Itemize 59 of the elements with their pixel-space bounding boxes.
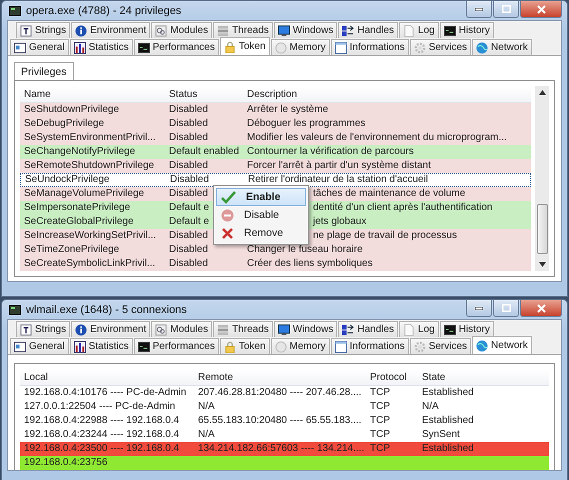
table-cell: Disabled [169, 230, 208, 241]
table-cell: N/A [198, 429, 215, 440]
table-cell: 134.214.182.66:57603 ---- 134.214.... [198, 443, 364, 454]
table-cell: SeImpersonatePrivilege [24, 202, 130, 213]
table-cell: SeSystemEnvironmentPrivil... [24, 132, 156, 143]
table-cell: 192.168.0.4:23756 [24, 457, 108, 468]
table-cell: Disabled [169, 160, 208, 171]
table-cell: TCP [370, 429, 390, 440]
table-cell: TCP [370, 443, 390, 454]
table-cell: Disabled [169, 258, 208, 269]
table-cell: Créer des liens symboliques [247, 258, 373, 269]
window-title: opera.exe (4788) - 24 privileges [26, 4, 182, 16]
table-cell: SeDebugPrivilege [24, 118, 104, 129]
table-cell: Forcer l'arrêt à partir d'un système distant [247, 160, 431, 171]
window-title: wlmail.exe (1648) - 5 connexions [26, 304, 187, 316]
table-cell: 207.46.28.81:20480 ---- 207.46.28.... [198, 387, 362, 398]
table-cell: SeCreateGlobalPrivilege [24, 216, 134, 227]
table-cell: Disabled [169, 132, 208, 143]
table-cell: Disabled [170, 174, 209, 185]
table-cell: TCP [370, 415, 390, 426]
table-cell: TCP [370, 401, 390, 412]
table-cell: ne plage de travail de processus [313, 230, 457, 241]
table-cell: Retirer l'ordinateur de la station d'accueil [248, 174, 428, 185]
table-cell: Arrêter le système [247, 104, 328, 115]
table-cell: Default enabled [169, 146, 240, 157]
table-cell: tâches de maintenance de volume [313, 188, 466, 199]
table-cell: Default e [169, 216, 210, 227]
table-cell: 192.168.0.4:23244 ---- 192.168.0.4 [24, 429, 180, 440]
table-cell: Disabled [169, 188, 208, 199]
table-cell: Contourner la vérification de parcours [247, 146, 414, 157]
table-cell: Modifier les valeurs de l'environnement du microprogram... [247, 132, 507, 143]
table-cell: Déboguer les programmes [247, 118, 366, 129]
table-cell: Changer le fuseau horaire [247, 244, 363, 255]
table-cell: Established [422, 387, 474, 398]
table-cell: Disabled [169, 104, 208, 115]
table-cell: Default e [169, 202, 210, 213]
table-cell: N/A [422, 401, 439, 412]
table-cell: Established [422, 443, 474, 454]
table-cell: 192.168.0.4:22988 ---- 192.168.0.4 [24, 415, 180, 426]
table-cell: Disabled [169, 244, 208, 255]
table-cell: 192.168.0.4:23500 ---- 192.168.0.4 [24, 443, 180, 454]
table-cell: N/A [198, 401, 215, 412]
table-cell: dentité d'un client après l'authentification [313, 202, 492, 213]
table-cell: SynSent [422, 429, 460, 440]
table-cell: SeManageVolumePrivilege [24, 188, 144, 199]
table-cell: jets globaux [313, 216, 366, 227]
table-cell: Disabled [169, 118, 208, 129]
table-cell: Established [422, 415, 474, 426]
table-cell: 65.55.183.10:20480 ---- 65.55.183.... [198, 415, 362, 426]
table-cell: 192.168.0.4:10176 ---- PC-de-Admin [24, 387, 186, 398]
table-cell: SeUndockPrivilege [25, 174, 110, 185]
table-cell: SeChangeNotifyPrivilege [24, 146, 136, 157]
table-cell: SeTimeZonePrivilege [24, 244, 120, 255]
table-cell: SeCreateSymbolicLinkPrivil... [24, 258, 156, 269]
table-cell: SeIncreaseWorkingSetPrivil... [24, 230, 156, 241]
table-cell: SeRemoteShutdownPrivilege [24, 160, 154, 171]
table-cell: 127.0.0.1:22504 ---- PC-de-Admin [24, 401, 176, 412]
table-cell: TCP [370, 387, 390, 398]
table-cell: SeShutdownPrivilege [24, 104, 120, 115]
